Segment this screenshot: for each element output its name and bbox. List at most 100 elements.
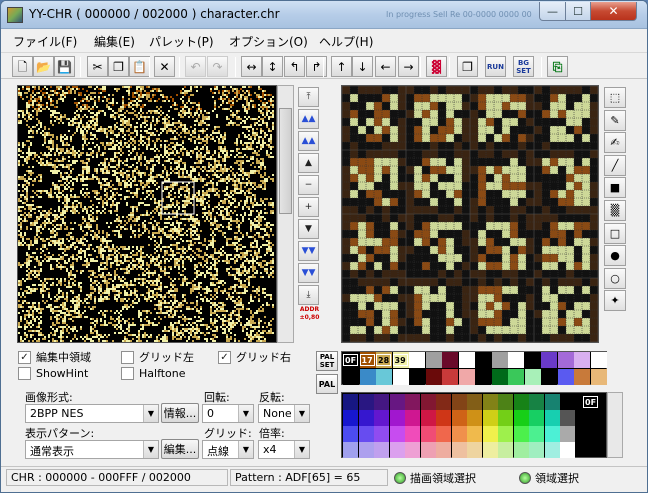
chr-pixel	[44, 126, 46, 128]
close-button[interactable]: ✕	[590, 2, 637, 21]
menu-palette[interactable]: パレット(P)	[149, 33, 214, 50]
chr-pixel	[48, 288, 50, 290]
menu-options[interactable]: オプション(O)	[229, 33, 308, 50]
shift-left-icon[interactable]: ←	[375, 56, 396, 77]
shift-up-icon[interactable]: ↑	[331, 56, 352, 77]
copy-icon[interactable]: ❐	[108, 56, 129, 77]
chr-pixel	[230, 196, 232, 198]
chr-pixel	[196, 276, 198, 278]
chr-pixel	[198, 104, 200, 106]
chr-pixel	[20, 232, 22, 234]
chr-pixel	[154, 142, 156, 144]
chr-pixel	[86, 164, 88, 166]
chr-pixel	[256, 128, 258, 130]
chr-pixel	[240, 140, 242, 142]
chr-pixel	[122, 176, 124, 178]
shift-down-icon[interactable]: ↓	[352, 56, 373, 77]
chr-pixel	[216, 228, 218, 230]
chr-pixel	[272, 128, 274, 130]
exit-icon[interactable]: ⎘	[547, 56, 568, 77]
chr-pixel	[28, 146, 30, 148]
palette-replace-icon[interactable]: ▓	[426, 56, 447, 77]
chr-pixel	[34, 98, 36, 100]
chr-pixel	[132, 174, 134, 176]
chr-pixel	[30, 142, 32, 144]
chr-pixel	[56, 102, 58, 104]
chr-pixel	[46, 92, 48, 94]
menu-file[interactable]: ファイル(F)	[13, 33, 77, 50]
chr-pixel	[164, 118, 166, 120]
chr-pixel	[62, 190, 64, 192]
chr-pixel	[240, 170, 242, 172]
chr-pixel	[250, 214, 252, 216]
undo-icon[interactable]: ↶	[185, 56, 206, 77]
chr-pixel	[266, 150, 268, 152]
chr-pixel	[216, 116, 218, 118]
chr-pixel	[40, 256, 42, 258]
chr-pixel	[272, 178, 274, 180]
chr-pixel	[18, 150, 20, 152]
chr-pixel	[222, 232, 224, 234]
chr-pixel	[134, 130, 136, 132]
chr-pixel	[102, 254, 104, 256]
chr-pixel	[134, 194, 136, 196]
chr-pixel	[24, 158, 26, 160]
chr-pixel	[138, 100, 140, 102]
shift-right-icon[interactable]: →	[398, 56, 419, 77]
chr-pixel	[240, 166, 242, 168]
chr-pixel	[20, 296, 22, 298]
chr-pixel	[242, 86, 244, 88]
chr-pixel	[72, 154, 74, 156]
chr-pixel	[90, 112, 92, 114]
title-bar[interactable]: YY-CHR ( 000000 / 002000 ) character.chr…	[1, 1, 647, 29]
chr-pixel	[220, 156, 222, 158]
chr-pixel	[64, 260, 66, 262]
chr-pixel	[158, 156, 160, 158]
delete-icon[interactable]: ✕	[154, 56, 175, 77]
redo-icon[interactable]: ↷	[207, 56, 228, 77]
menu-edit[interactable]: 編集(E)	[94, 33, 135, 50]
chr-pixel	[184, 148, 186, 150]
new-icon[interactable]: 🗋	[12, 56, 33, 77]
chr-pixel	[180, 188, 182, 190]
menu-help[interactable]: ヘルプ(H)	[319, 33, 373, 50]
chr-pixel	[60, 160, 62, 162]
maximize-button[interactable]: ☐	[565, 2, 591, 21]
chr-pixel	[226, 208, 228, 210]
run-icon[interactable]: RUN	[485, 56, 506, 77]
rotate-left-icon[interactable]: ↰	[284, 56, 305, 77]
chr-pixel	[116, 210, 118, 212]
paste-icon[interactable]: 📋	[129, 56, 150, 77]
chr-pixel	[166, 286, 168, 288]
chr-pixel	[58, 224, 60, 226]
chr-pixel	[272, 104, 274, 106]
chr-pixel	[222, 280, 224, 282]
chr-pixel	[128, 106, 130, 108]
chr-tile-view[interactable]	[17, 85, 277, 343]
chr-pixel	[124, 182, 126, 184]
save-icon[interactable]: 💾	[54, 56, 75, 77]
chr-pixel	[106, 202, 108, 204]
bg-set-icon[interactable]: BG SET	[513, 56, 534, 77]
chr-pixel	[134, 100, 136, 102]
minimize-button[interactable]: —	[539, 2, 566, 21]
chr-pixel	[180, 238, 182, 240]
pattern-export-icon[interactable]: ❐	[457, 56, 478, 77]
chr-pixel	[260, 112, 262, 114]
chr-pixel	[204, 184, 206, 186]
chr-pixel	[236, 118, 238, 120]
flip-horizontal-icon[interactable]: ↔	[241, 56, 262, 77]
chr-pixel	[50, 150, 52, 152]
chr-pixel	[202, 202, 204, 204]
flip-vertical-icon[interactable]: ↕	[262, 56, 283, 77]
chr-pixel	[74, 212, 76, 214]
chr-pixel	[186, 240, 188, 242]
chr-pixel	[158, 264, 160, 266]
chr-pixel	[262, 120, 264, 122]
chr-pixel	[186, 204, 188, 206]
open-icon[interactable]: 📂	[33, 56, 54, 77]
cut-icon[interactable]: ✂	[87, 56, 108, 77]
chr-pixel	[70, 206, 72, 208]
chr-pixel	[146, 86, 148, 88]
chr-pixel	[210, 88, 212, 90]
